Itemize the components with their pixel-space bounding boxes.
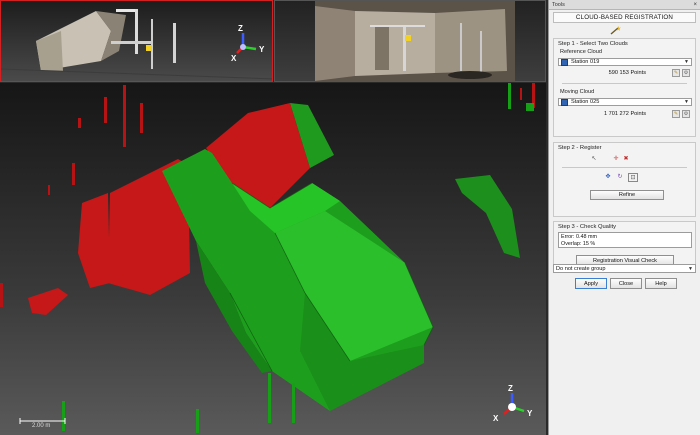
magic-wand-icon (610, 26, 621, 35)
pick-pair-icon[interactable]: ✛ (612, 155, 620, 162)
axis-label-z: Z (508, 384, 513, 393)
axis-label-y: Y (527, 409, 533, 418)
scale-label: 2.00 m (32, 423, 51, 429)
reference-points-count: 590 153 Points (608, 70, 646, 76)
moving-cloud-label: Moving Cloud (560, 89, 595, 95)
registration-title: CLOUD-BASED REGISTRATION (553, 12, 696, 23)
tools-titlebar: Tools × (549, 0, 700, 10)
cloud-icon (561, 58, 568, 66)
viewport-main[interactable]: 2.00 m Z Y X (0, 83, 546, 435)
tools-title: Tools (552, 1, 565, 8)
group-select-value: Do not create group (556, 265, 606, 272)
pencil-icon: ✎ (673, 70, 679, 76)
apply-button[interactable]: Apply (575, 278, 607, 289)
close-icon[interactable]: × (693, 2, 697, 8)
point-cloud-scan-top-right (315, 1, 515, 81)
reference-cloud-select[interactable]: Station 019 ▼ (558, 58, 692, 66)
moving-cloud-select[interactable]: Station 025 ▼ (558, 98, 692, 106)
step1-section: Step 1 - Select Two Clouds Reference Clo… (553, 38, 696, 137)
move-icon[interactable]: ✥ (604, 173, 612, 180)
axis-label-z: Z (238, 24, 243, 33)
group-select[interactable]: Do not create group ▼ (553, 264, 696, 273)
divider (562, 83, 687, 84)
quality-results: Error: 0.48 mm Overlap: 15 % (558, 232, 692, 248)
axis-label-x: X (231, 54, 237, 63)
viewport-top-left[interactable]: Z Y X (0, 0, 273, 82)
step2-title: Step 2 - Register (558, 145, 602, 151)
moving-options-button[interactable]: ⚙ (682, 110, 690, 118)
reference-cloud-label: Reference Cloud (560, 49, 602, 55)
chevron-down-icon: ▼ (684, 59, 689, 65)
pick-point-icon[interactable]: ↖ (590, 155, 598, 162)
pick-reference-button[interactable]: ✎ (672, 69, 680, 77)
chevron-down-icon: ▼ (684, 99, 689, 105)
fit-icon[interactable]: ⊡ (628, 173, 638, 182)
refine-button[interactable]: Refine (590, 190, 664, 200)
axis-label-x: X (493, 414, 499, 423)
close-button[interactable]: Close (610, 278, 642, 289)
pick-moving-button[interactable]: ✎ (672, 110, 680, 118)
moving-cloud-value: Station 025 (571, 99, 600, 105)
remove-pair-icon[interactable]: ✖ (622, 155, 630, 162)
point-cloud-registration-view (0, 83, 535, 433)
axis-label-y: Y (259, 45, 265, 54)
step2-section: Step 2 - Register ↖ ✛ ✖ ✥ ↻ ⊡ Refine (553, 142, 696, 217)
moving-points-count: 1 701 272 Points (604, 111, 646, 117)
settings-icon: ⚙ (683, 111, 689, 117)
viewport-top-right[interactable] (274, 0, 546, 82)
reference-cloud-value: Station 019 (571, 59, 600, 65)
cloud-icon (561, 98, 568, 106)
overlap-value: Overlap: 15 % (561, 240, 596, 247)
step1-title: Step 1 - Select Two Clouds (558, 41, 628, 47)
settings-icon: ⚙ (683, 70, 689, 76)
help-button[interactable]: Help (645, 278, 677, 289)
reference-options-button[interactable]: ⚙ (682, 69, 690, 77)
axis-gizmo-top-left: Z Y X (231, 24, 265, 63)
chevron-down-icon: ▼ (688, 265, 693, 272)
axis-gizmo-main: Z Y X (493, 384, 533, 423)
divider (562, 167, 687, 168)
step3-title: Step 3 - Check Quality (558, 224, 616, 230)
tools-panel: Tools × CLOUD-BASED REGISTRATION Step 1 … (548, 0, 700, 435)
pencil-icon: ✎ (673, 111, 679, 117)
rotate-icon[interactable]: ↻ (616, 173, 624, 180)
